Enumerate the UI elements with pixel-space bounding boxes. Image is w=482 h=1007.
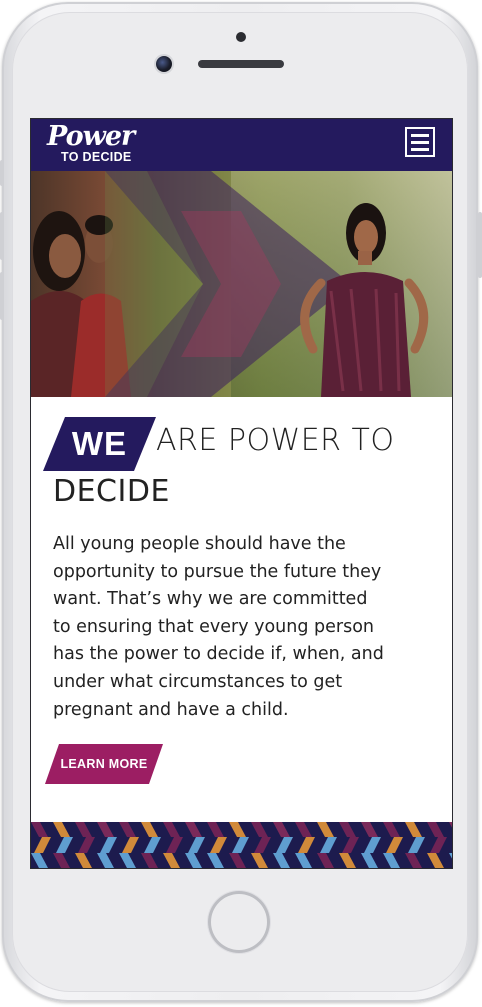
intro-paragraph: All young people should have the opportu… [53, 531, 443, 724]
pattern-stripe [254, 837, 271, 853]
pattern-stripe [317, 822, 334, 837]
chevron-pattern [31, 822, 452, 868]
mute-switch [0, 160, 4, 186]
pattern-stripe [251, 853, 268, 868]
hamburger-icon[interactable] [405, 127, 435, 157]
pattern-stripe [75, 853, 92, 868]
pattern-stripe [31, 822, 48, 837]
pattern-stripe [251, 822, 268, 837]
pattern-stripe [97, 853, 114, 868]
pattern-stripe [232, 837, 249, 853]
pattern-stripe [53, 853, 70, 868]
menu-bar [411, 140, 429, 144]
pattern-stripe [188, 837, 205, 853]
pattern-stripe [185, 853, 202, 868]
intro-line: has the power to decide if, when, and [53, 644, 384, 665]
pattern-stripe [295, 822, 312, 837]
earpiece-speaker [198, 60, 284, 68]
pattern-stripe [273, 822, 290, 837]
pattern-stripe [317, 853, 334, 868]
pattern-stripe [97, 822, 114, 837]
intro-line: opportunity to pursue the future they [53, 561, 382, 582]
pattern-stripe [298, 837, 315, 853]
pattern-stripe [273, 853, 290, 868]
pattern-stripe [295, 853, 312, 868]
site-logo[interactable]: Power TO DECIDE [47, 121, 135, 164]
hero-image [31, 171, 452, 397]
pattern-stripe [141, 822, 158, 837]
pattern-stripe [141, 853, 158, 868]
pattern-stripe [361, 822, 378, 837]
power-button [478, 212, 482, 278]
pattern-stripe [361, 853, 378, 868]
pattern-stripe [339, 822, 356, 837]
pattern-stripe [405, 822, 422, 837]
hero-photo-collage [31, 171, 452, 397]
pattern-stripe [427, 853, 444, 868]
intro-line: to ensuring that every young person [53, 616, 375, 637]
logo-word-power: Power [47, 121, 135, 152]
phone-screen: Power TO DECIDE WE ARE POWER TO DECIDE A… [31, 119, 452, 868]
pattern-stripe [339, 853, 356, 868]
pattern-stripe [449, 853, 452, 859]
pattern-stripe [229, 853, 246, 868]
volume-down-button [0, 272, 4, 320]
pattern-stripe [53, 822, 70, 837]
pattern-stripe [75, 822, 92, 837]
menu-bar [411, 133, 429, 137]
pattern-stripe [386, 837, 403, 853]
learn-more-label[interactable]: LEARN MORE [45, 744, 163, 784]
intro-line: All young people should have the [53, 534, 346, 554]
pattern-stripe [449, 822, 452, 828]
pattern-stripe [427, 822, 444, 837]
pattern-stripe [342, 837, 359, 853]
pattern-stripe [144, 837, 161, 853]
pattern-stripe [229, 822, 246, 837]
pattern-stripe [122, 837, 139, 853]
pattern-stripe [210, 837, 227, 853]
pattern-stripe [276, 837, 293, 853]
proximity-sensor [236, 32, 246, 42]
intro-line: under what circumstances to get [53, 671, 343, 692]
logo-word-to-decide: TO DECIDE [61, 150, 132, 164]
headline-we: WE [71, 425, 128, 462]
pattern-stripe [166, 837, 183, 853]
intro-line: want. That’s why we are committed [53, 589, 368, 610]
pattern-stripe [430, 837, 447, 853]
pattern-stripe [383, 822, 400, 837]
pattern-stripe [207, 822, 224, 837]
pattern-stripe [100, 837, 117, 853]
intro-line: pregnant and have a child. [53, 699, 289, 720]
pattern-stripe [163, 853, 180, 868]
chevron-pattern-banner [31, 822, 452, 868]
volume-up-button [0, 212, 4, 260]
pattern-stripe [185, 822, 202, 837]
pattern-stripe [408, 837, 425, 853]
pattern-stripe [56, 837, 73, 853]
pattern-stripe [119, 822, 136, 837]
pattern-stripe [383, 853, 400, 868]
pattern-stripe [119, 853, 136, 868]
pattern-stripe [207, 853, 224, 868]
pattern-stripe [364, 837, 381, 853]
pattern-stripe [31, 853, 48, 868]
menu-bar [411, 147, 429, 151]
pattern-stripe [163, 822, 180, 837]
pattern-stripe [405, 853, 422, 868]
front-camera [156, 56, 172, 72]
pattern-stripe [78, 837, 95, 853]
site-header: Power TO DECIDE [31, 119, 452, 171]
headline-line-1: ARE POWER TO [156, 423, 395, 458]
pattern-stripe [34, 837, 51, 853]
home-button[interactable] [208, 891, 270, 953]
headline-line-2: DECIDE [53, 474, 170, 509]
pattern-stripe [320, 837, 337, 853]
